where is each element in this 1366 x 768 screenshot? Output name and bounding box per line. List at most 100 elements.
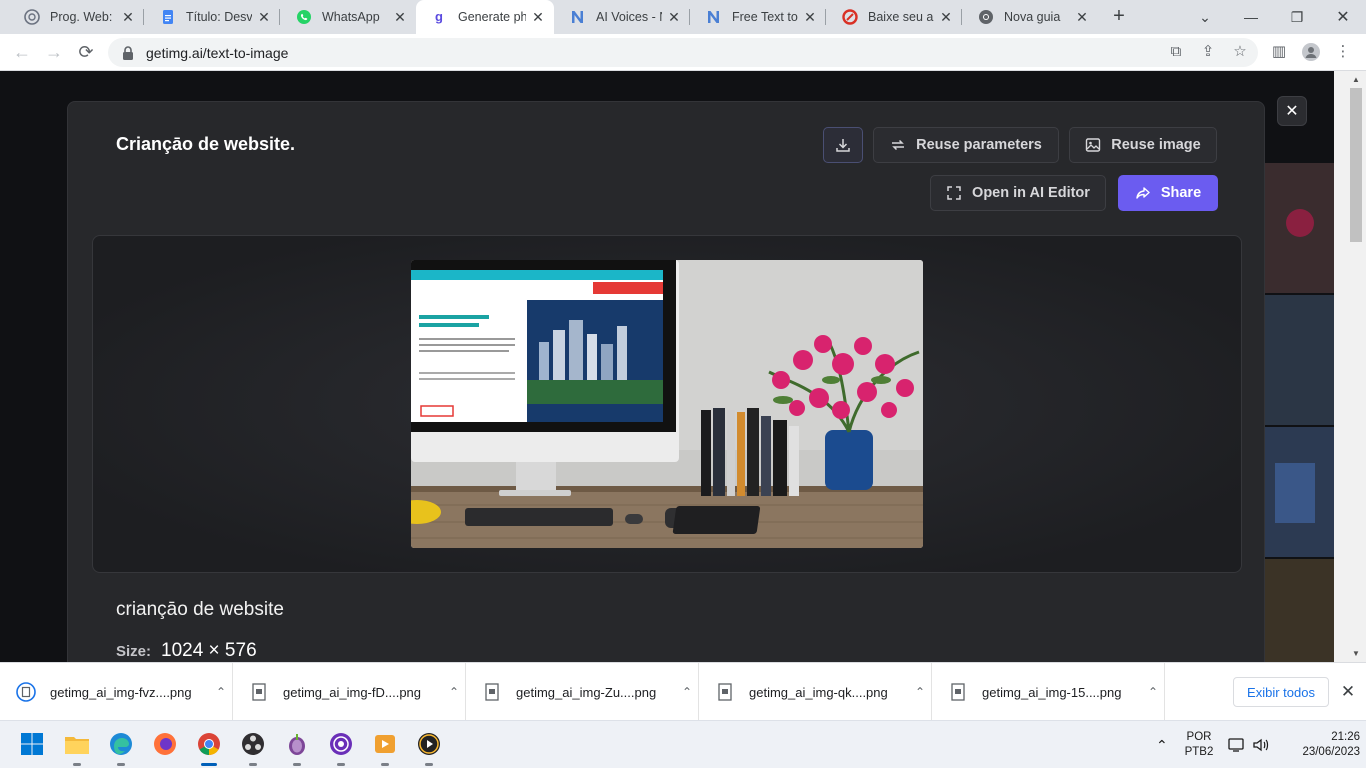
volume-icon[interactable]	[1252, 721, 1270, 768]
background-thumbnails	[1265, 163, 1334, 662]
app-indicator	[381, 763, 389, 766]
whatsapp-icon	[297, 10, 311, 24]
download-filename: getimg_ai_img-15....png	[982, 684, 1122, 700]
tab-title: Generate pho	[458, 10, 526, 24]
close-tab-icon[interactable]: ✕	[1074, 9, 1090, 25]
download-item[interactable]: getimg_ai_img-fD....png ⌃	[233, 663, 466, 721]
tab-title: Prog. Web: Cr	[50, 10, 116, 24]
tab-google-docs[interactable]: Título: Desve ✕	[144, 0, 280, 34]
restore-button[interactable]: ❐	[1274, 0, 1320, 34]
browser-toolbar: ← → ⟳ getimg.ai/text-to-image ⧉ ⇪ ☆ ▥ ⋮	[0, 34, 1366, 71]
share-page-icon[interactable]: ⇪	[1199, 43, 1217, 61]
close-window-button[interactable]: ✕	[1320, 0, 1366, 34]
chevron-up-icon[interactable]: ⌃	[1142, 685, 1164, 699]
file-image-icon	[951, 683, 965, 701]
chatgpt-icon	[24, 9, 40, 25]
tab-nova-guia[interactable]: Nova guia ✕	[962, 0, 1098, 34]
tab-chatgpt[interactable]: Prog. Web: Cr ✕	[8, 0, 144, 34]
obs-studio-icon[interactable]	[239, 730, 267, 758]
forward-button[interactable]: →	[40, 38, 68, 66]
scrollbar-thumb[interactable]	[1350, 88, 1362, 242]
tab-title: Baixe seu arq	[868, 10, 934, 24]
side-panel-icon[interactable]: ▥	[1270, 43, 1288, 61]
close-tab-icon[interactable]: ✕	[256, 9, 272, 25]
reuse-image-label: Reuse image	[1111, 137, 1201, 153]
app-indicator	[337, 763, 345, 766]
download-button[interactable]	[823, 127, 863, 163]
system-clock[interactable]: 21:26 23/06/2023	[1280, 730, 1360, 760]
open-in-ai-editor-button[interactable]: Open in AI Editor	[930, 175, 1106, 211]
reload-button[interactable]: ⟳	[72, 38, 100, 66]
chevron-up-icon[interactable]: ⌃	[676, 685, 698, 699]
back-button[interactable]: ←	[8, 38, 36, 66]
download-icon	[836, 139, 850, 152]
close-downloads-bar-icon[interactable]: ✕	[1339, 683, 1357, 701]
keyboard-layout: PTB2	[1184, 746, 1214, 758]
reuse-parameters-button[interactable]: Reuse parameters	[873, 127, 1059, 163]
file-explorer-icon[interactable]	[63, 730, 91, 758]
close-tab-icon[interactable]: ✕	[666, 9, 682, 25]
close-tab-icon[interactable]: ✕	[802, 9, 818, 25]
address-bar[interactable]: getimg.ai/text-to-image	[108, 38, 1258, 67]
download-item[interactable]: getimg_ai_img-Zu....png ⌃	[466, 663, 699, 721]
tab-search-chevron-icon[interactable]: ⌄	[1182, 0, 1228, 34]
bookmark-star-icon[interactable]: ☆	[1231, 43, 1249, 61]
image-preview-panel	[92, 235, 1242, 573]
close-tab-icon[interactable]: ✕	[530, 9, 546, 25]
tab-ai-voices[interactable]: AI Voices - Na ✕	[554, 0, 690, 34]
reuse-image-button[interactable]: Reuse image	[1069, 127, 1217, 163]
play-app-icon[interactable]	[415, 730, 443, 758]
page-scrollbar[interactable]: ▲ ▼	[1334, 71, 1366, 662]
url-text: getimg.ai/text-to-image	[146, 44, 289, 61]
tab-free-text-to-speech[interactable]: Free Text to S ✕	[690, 0, 826, 34]
close-tab-icon[interactable]: ✕	[120, 9, 136, 25]
app-indicator	[293, 763, 301, 766]
show-all-downloads-button[interactable]: Exibir todos	[1233, 677, 1329, 707]
tab-whatsapp[interactable]: WhatsApp ✕	[280, 0, 416, 34]
close-tab-icon[interactable]: ✕	[938, 9, 954, 25]
download-item[interactable]: getimg_ai_img-fvz....png ⌃	[0, 663, 233, 721]
share-arrow-icon	[1136, 187, 1150, 199]
profile-avatar-icon[interactable]	[1302, 43, 1320, 61]
close-modal-button[interactable]: ✕	[1277, 96, 1307, 126]
tab-getimg[interactable]: g Generate pho ✕	[416, 0, 554, 34]
share-button[interactable]: Share	[1118, 175, 1218, 211]
clock-date: 23/06/2023	[1302, 746, 1360, 758]
scroll-down-arrow-icon[interactable]: ▼	[1351, 649, 1361, 659]
firefox-icon[interactable]	[151, 730, 179, 758]
generated-image[interactable]	[411, 260, 923, 548]
chevron-up-icon[interactable]: ⌃	[210, 685, 232, 699]
edge-browser-icon[interactable]	[107, 730, 135, 758]
show-hidden-icons-chevron-icon[interactable]: ⌃	[1156, 721, 1168, 768]
tor-browser-icon[interactable]	[283, 730, 311, 758]
getimg-icon: g	[435, 9, 443, 24]
chevron-up-icon[interactable]: ⌃	[443, 685, 465, 699]
browser-menu-icon[interactable]: ⋮	[1334, 43, 1352, 61]
scroll-up-arrow-icon[interactable]: ▲	[1351, 75, 1361, 85]
network-icon[interactable]	[1228, 721, 1246, 768]
input-language-indicator[interactable]: POR PTB2	[1176, 730, 1222, 760]
minimize-button[interactable]: —	[1228, 0, 1274, 34]
reuse-parameters-label: Reuse parameters	[916, 137, 1042, 153]
chrome-icon	[979, 10, 993, 24]
download-filename: getimg_ai_img-qk....png	[749, 684, 888, 700]
media-app-icon[interactable]	[327, 730, 355, 758]
share-label: Share	[1160, 185, 1202, 201]
chevron-up-icon[interactable]: ⌃	[909, 685, 931, 699]
clock-time: 21:26	[1331, 731, 1360, 743]
video-player-icon[interactable]	[371, 730, 399, 758]
new-tab-button[interactable]: +	[1108, 6, 1130, 28]
downloads-bar: getimg_ai_img-fvz....png ⌃ getimg_ai_img…	[0, 662, 1366, 721]
close-tab-icon[interactable]: ✕	[392, 9, 408, 25]
google-docs-icon	[163, 10, 173, 24]
download-item[interactable]: getimg_ai_img-15....png ⌃	[932, 663, 1165, 721]
chrome-icon[interactable]	[195, 730, 223, 758]
image-icon	[1086, 138, 1101, 152]
download-item[interactable]: getimg_ai_img-qk....png ⌃	[699, 663, 932, 721]
app-indicator	[425, 763, 433, 766]
windows-taskbar: ⌃ POR PTB2 21:26 23/06/2023	[0, 720, 1366, 768]
app-indicator-active	[201, 763, 217, 766]
windows-start-icon[interactable]	[18, 730, 46, 758]
tab-baixe-arquivo[interactable]: Baixe seu arq ✕	[826, 0, 962, 34]
translate-icon[interactable]: ⧉	[1167, 43, 1185, 61]
